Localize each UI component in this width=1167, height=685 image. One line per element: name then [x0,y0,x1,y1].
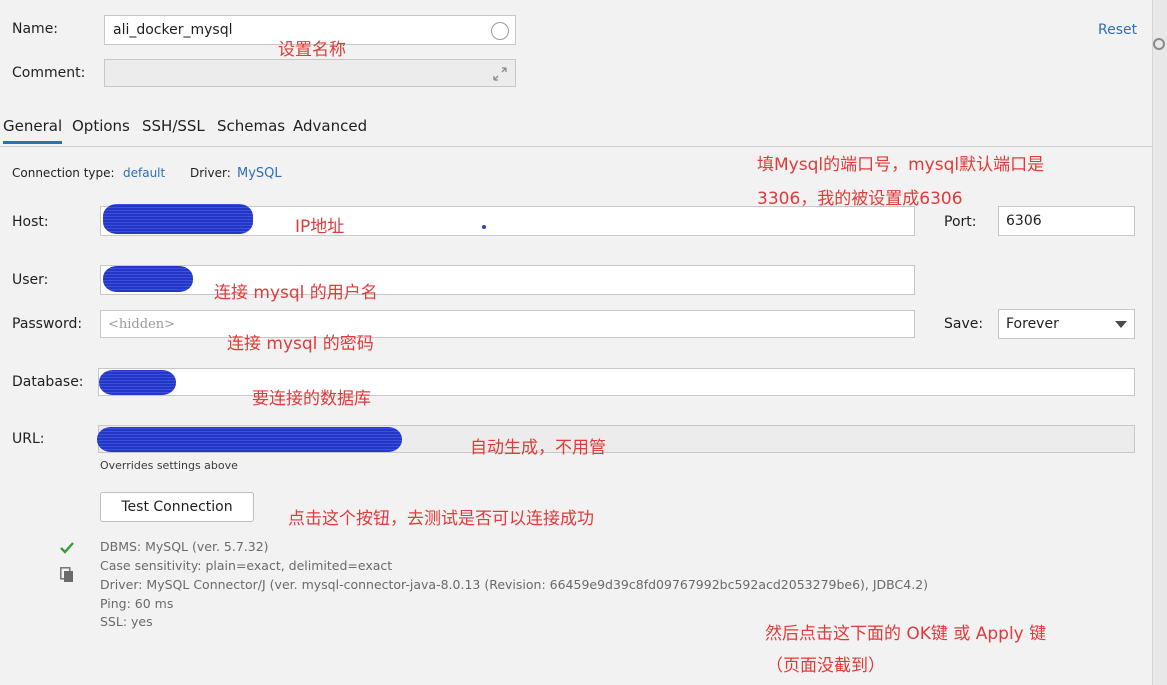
host-label: Host: [12,214,49,230]
annotation-url: 自动生成，不用管 [470,438,606,458]
annotation-host: IP地址 [295,217,345,237]
url-redaction [97,427,402,452]
annotation-bottom-line2: （页面没截到） [766,656,885,676]
tab-ssh-ssl[interactable]: SSH/SSL [142,117,205,141]
copy-icon[interactable] [60,567,74,583]
save-select[interactable]: Forever [998,309,1135,339]
status-ssl: SSL: yes [100,614,153,629]
comment-input[interactable] [104,59,516,87]
save-value: Forever [1006,316,1059,332]
reset-link[interactable]: Reset [1098,22,1137,38]
annotation-test: 点击这个按钮，去测试是否可以连接成功 [288,509,594,529]
tab-schemas[interactable]: Schemas [217,117,285,141]
annotation-port-line2: 3306，我的被设置成6306 [757,189,963,209]
connection-type-label: Connection type: [12,166,115,180]
driver-label: Driver: [190,166,231,180]
connection-type-link[interactable]: default [123,166,165,180]
chevron-down-icon [1115,321,1127,328]
url-hint: Overrides settings above [100,459,238,472]
port-input[interactable]: 6306 [998,206,1135,236]
url-input[interactable] [97,425,1135,453]
password-input[interactable]: <hidden> [100,310,915,338]
tab-options[interactable]: Options [72,117,130,141]
right-scroll-strip [1152,0,1167,685]
host-redaction [103,204,253,234]
status-dbms: DBMS: MySQL (ver. 5.7.32) [100,539,269,554]
check-icon [60,542,74,554]
password-placeholder: <hidden> [108,317,176,332]
annotation-user: 连接 mysql 的用户名 [214,283,378,303]
comment-label: Comment: [12,65,86,81]
password-label: Password: [12,316,83,332]
tab-general[interactable]: General [3,117,63,144]
url-label: URL: [12,431,45,447]
save-label: Save: [944,316,984,332]
database-label: Database: [12,374,84,390]
tab-bar: General Options SSH/SSL Schemas Advanced [0,116,1152,147]
name-label: Name: [12,21,59,37]
expand-icon[interactable] [493,67,507,81]
status-circle-icon [491,22,509,40]
name-value: ali_docker_mysql [113,22,233,38]
annotation-bottom-line1: 然后点击这下面的 OK键 或 Apply 键 [765,624,1047,644]
user-label: User: [12,272,49,288]
annotation-port-line1: 填Mysql的端口号，mysql默认端口是 [757,155,1045,175]
status-ping: Ping: 60 ms [100,596,174,611]
host-input[interactable] [100,204,915,236]
database-redaction [99,370,176,395]
annotation-password: 连接 mysql 的密码 [227,334,374,354]
status-case: Case sensitivity: plain=exact, delimited… [100,558,393,573]
driver-link[interactable]: MySQL [237,166,282,181]
refresh-icon[interactable] [1153,38,1165,50]
annotation-name: 设置名称 [278,40,346,60]
annotation-database: 要连接的数据库 [252,389,371,409]
port-label: Port: [944,214,977,230]
cursor-dot [482,225,486,229]
user-redaction [103,266,193,292]
tab-advanced[interactable]: Advanced [293,117,367,141]
status-driver: Driver: MySQL Connector/J (ver. mysql-co… [100,577,929,592]
port-value: 6306 [1006,213,1042,229]
test-connection-button[interactable]: Test Connection [100,492,254,522]
